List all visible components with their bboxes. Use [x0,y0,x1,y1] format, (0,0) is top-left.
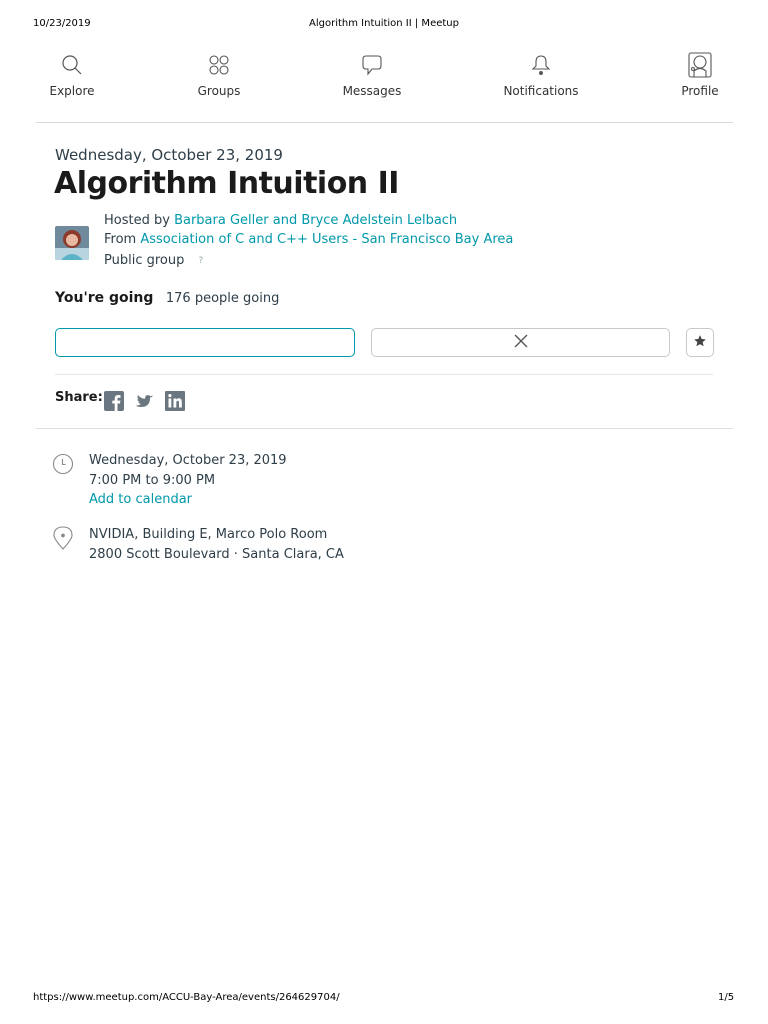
nav-groups-label: Groups [197,84,241,98]
print-date: 10/23/2019 [33,18,91,29]
groups-icon [206,52,232,78]
rsvp-status: You're going 176 people going [55,290,279,306]
event-datetime: Wednesday, October 23, 2019 7:00 PM to 9… [89,451,287,510]
save-event-button[interactable] [686,328,714,357]
detail-date: Wednesday, October 23, 2019 [89,453,287,468]
group-type-line: Public group ? [104,253,203,268]
location-pin-icon [52,526,74,550]
nav-messages[interactable]: Messages [322,52,422,98]
host-avatar[interactable] [55,226,89,260]
print-page-number: 1/5 [718,992,735,1003]
event-title: Algorithm Intuition II [54,166,399,201]
linkedin-icon[interactable] [165,391,185,411]
nav-notifications-label: Notifications [503,84,579,98]
help-icon[interactable]: ? [199,256,204,266]
facebook-icon[interactable] [104,391,124,411]
event-location: NVIDIA, Building E, Marco Polo Room 2800… [89,525,344,564]
divider [55,374,713,375]
section-divider [36,428,733,429]
from-prefix: From [104,232,137,247]
event-date-heading: Wednesday, October 23, 2019 [55,146,283,164]
group-link[interactable]: Association of C and C++ Users - San Fra… [140,232,513,247]
close-icon [514,333,528,352]
nav-notifications[interactable]: Notifications [491,52,591,98]
share-label: Share: [55,390,103,405]
from-group-line: From Association of C and C++ Users - Sa… [104,232,513,247]
attendee-count[interactable]: 176 people going [166,291,279,306]
search-icon [59,52,85,78]
chat-bubble-icon [359,52,385,78]
detail-time: 7:00 PM to 9:00 PM [89,472,216,488]
twitter-icon[interactable] [134,391,154,411]
hosts-link[interactable]: Barbara Geller and Bryce Adelstein Lelba… [174,213,457,228]
top-nav: Explore Groups Messages Notifications Pr… [36,52,733,123]
nav-profile[interactable]: Profile [650,52,750,98]
rsvp-cancel-button[interactable] [371,328,670,357]
print-title: Algorithm Intuition II | Meetup [309,18,459,29]
hosted-by-prefix: Hosted by [104,213,170,228]
nav-groups[interactable]: Groups [169,52,269,98]
group-type: Public group [104,253,185,268]
nav-explore-label: Explore [49,84,95,98]
print-url: https://www.meetup.com/ACCU-Bay-Area/eve… [33,992,340,1003]
hosted-by-line: Hosted by Barbara Geller and Bryce Adels… [104,213,457,228]
add-to-calendar-link[interactable]: Add to calendar [89,490,287,510]
rsvp-going-button[interactable] [55,328,355,357]
profile-avatar-icon [687,52,713,78]
bell-icon [528,52,554,78]
rsvp-status-label: You're going [55,290,154,306]
nav-profile-label: Profile [681,84,719,98]
star-icon [693,333,707,352]
venue-name[interactable]: NVIDIA, Building E, Marco Polo Room [89,525,344,545]
nav-explore[interactable]: Explore [22,52,122,98]
clock-icon [52,453,74,475]
nav-messages-label: Messages [342,84,402,98]
venue-address: 2800 Scott Boulevard · Santa Clara, CA [89,546,344,562]
